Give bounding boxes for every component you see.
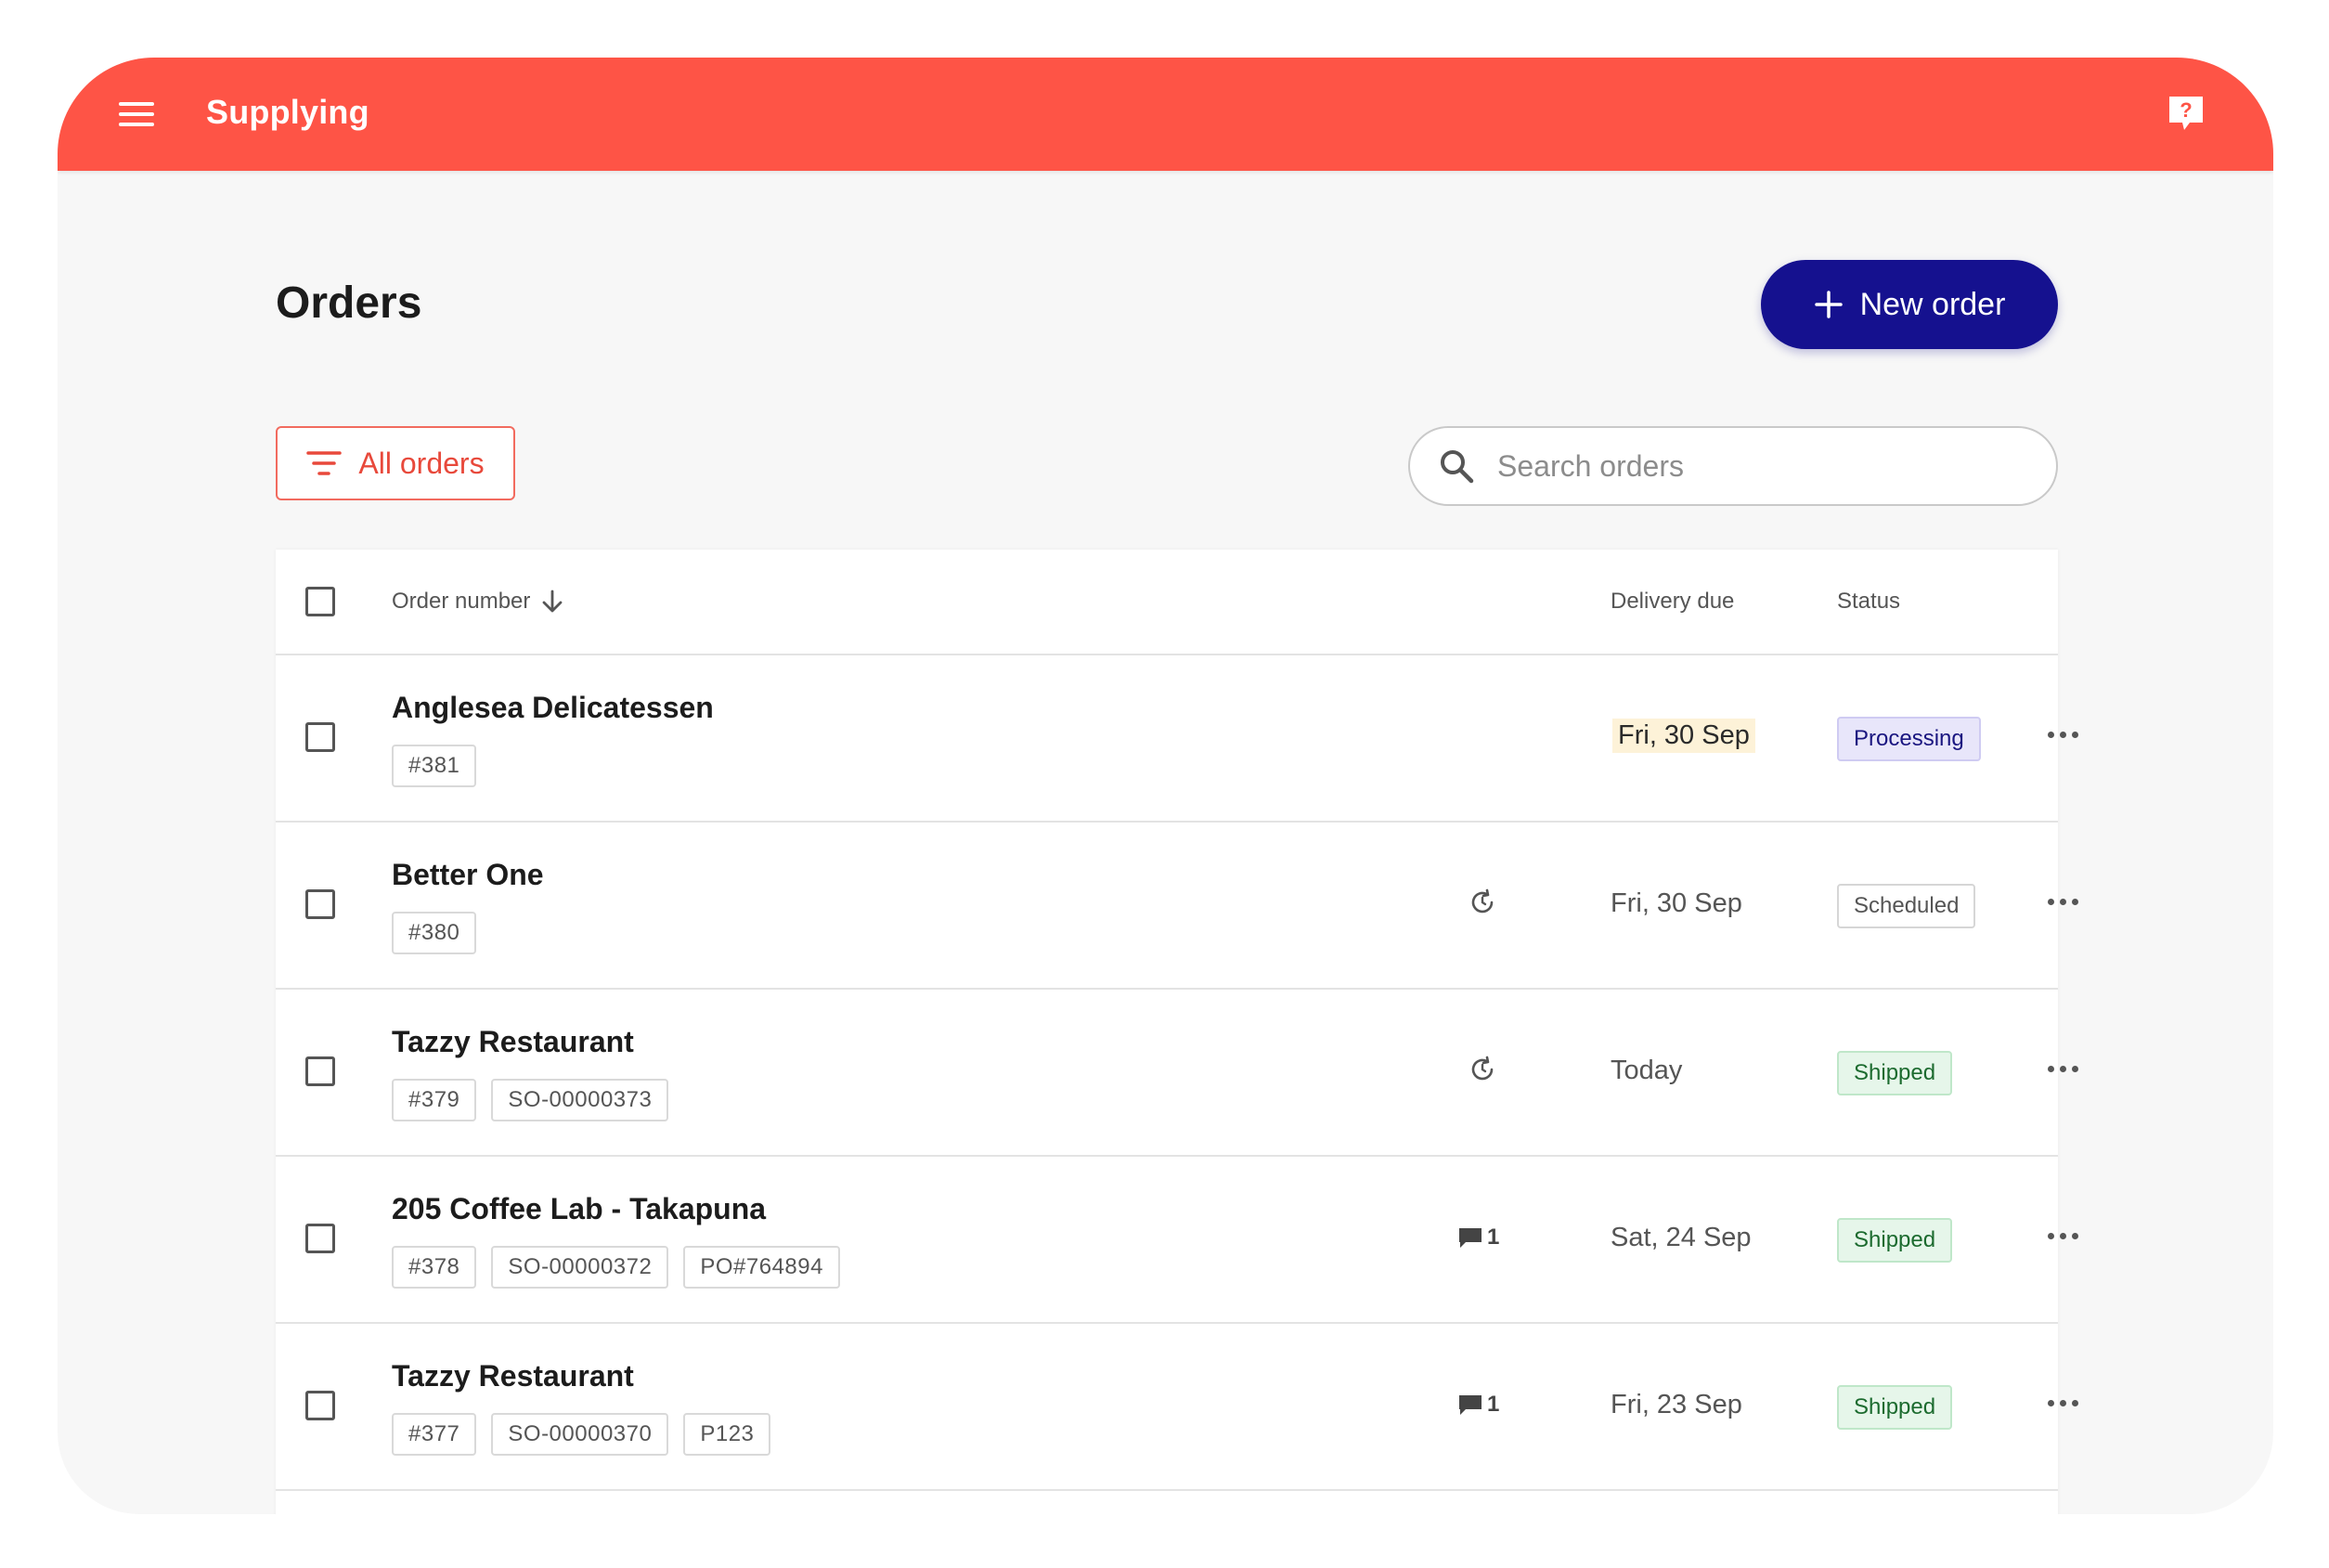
filter-lines-icon — [306, 451, 343, 475]
status-badge: Shipped — [1837, 1051, 1953, 1095]
table-row[interactable]: Tazzy Restaurant #377 SO-00000370 P123 1… — [276, 1324, 2078, 1491]
top-app-bar: Supplying ? — [58, 58, 2273, 171]
table-row[interactable]: Anglesea Delicatessen #381 Fri, 30 Sep P… — [276, 655, 2078, 823]
table-row[interactable] — [276, 1491, 2058, 1514]
recurring-icon — [1469, 888, 1496, 916]
app-window: Supplying ? Orders New order All orders — [58, 58, 2273, 1514]
search-input[interactable] — [1495, 447, 2019, 485]
select-all-checkbox[interactable] — [305, 587, 335, 616]
customer-name[interactable]: 205 Coffee Lab - Takapuna — [392, 1192, 766, 1226]
app-title: Supplying — [206, 93, 369, 131]
new-order-button[interactable]: New order — [1761, 260, 2058, 349]
customer-name[interactable]: Anglesea Delicatessen — [392, 691, 714, 725]
table-row[interactable]: Better One #380 Fri, 30 Sep Scheduled — [276, 823, 2078, 990]
row-checkbox[interactable] — [305, 1056, 335, 1086]
order-tag: #381 — [392, 745, 477, 787]
customer-name[interactable]: Tazzy Restaurant — [392, 1359, 634, 1393]
order-tag: SO-00000370 — [491, 1413, 669, 1456]
more-horizontal-icon[interactable] — [2042, 1227, 2084, 1245]
row-checkbox[interactable] — [305, 1391, 335, 1420]
plus-icon — [1814, 291, 1843, 318]
new-order-label: New order — [1859, 286, 2006, 322]
order-tag: #379 — [392, 1079, 477, 1121]
more-horizontal-icon[interactable] — [2042, 726, 2084, 744]
search-icon — [1441, 450, 1474, 484]
column-label-order-number: Order number — [392, 589, 531, 614]
svg-text:?: ? — [2180, 98, 2192, 122]
order-tags: #380 — [392, 912, 477, 954]
more-horizontal-icon[interactable] — [2042, 1060, 2084, 1078]
page-title: Orders — [276, 279, 422, 328]
help-chat-icon[interactable]: ? — [2166, 93, 2206, 134]
order-tag: #380 — [392, 912, 477, 954]
more-horizontal-icon[interactable] — [2042, 1394, 2084, 1412]
column-header-order-number[interactable]: Order number — [392, 589, 563, 615]
row-checkbox[interactable] — [305, 1224, 335, 1253]
filter-button[interactable]: All orders — [276, 426, 515, 500]
arrow-down-icon — [542, 590, 563, 613]
row-checkbox[interactable] — [305, 889, 335, 919]
hamburger-menu-icon[interactable] — [119, 96, 156, 133]
status-badge: Shipped — [1837, 1385, 1953, 1430]
delivery-due: Sat, 24 Sep — [1611, 1223, 1752, 1252]
recurring-icon — [1469, 1056, 1496, 1083]
status-badge: Shipped — [1837, 1218, 1953, 1263]
filter-label: All orders — [358, 446, 485, 480]
delivery-due: Today — [1611, 1056, 1683, 1085]
delivery-due: Fri, 23 Sep — [1611, 1390, 1742, 1419]
comment-icon — [1459, 1395, 1482, 1415]
comment-icon — [1459, 1228, 1482, 1248]
table-header: Order number Delivery due Status — [276, 550, 2058, 655]
order-tags: #378 SO-00000372 PO#764894 — [392, 1246, 840, 1289]
comment-count: 1 — [1487, 1225, 1500, 1250]
search-box — [1408, 426, 2058, 506]
orders-table: Order number Delivery due Status Anglese… — [276, 550, 2078, 1514]
delivery-due: Fri, 30 Sep — [1612, 719, 1755, 753]
comment-count: 1 — [1487, 1392, 1500, 1417]
order-tags: #381 — [392, 745, 477, 787]
comment-indicator: 1 — [1457, 1392, 1499, 1418]
order-tag: P123 — [683, 1413, 771, 1456]
more-horizontal-icon[interactable] — [2042, 893, 2084, 911]
column-header-delivery-due[interactable]: Delivery due — [1611, 589, 1734, 615]
order-tag: SO-00000372 — [491, 1246, 669, 1289]
customer-name[interactable]: Better One — [392, 858, 544, 892]
comment-indicator: 1 — [1457, 1225, 1499, 1251]
order-tag: #377 — [392, 1413, 477, 1456]
order-tags: #379 SO-00000373 — [392, 1079, 669, 1121]
order-tag: SO-00000373 — [491, 1079, 669, 1121]
table-row[interactable]: Tazzy Restaurant #379 SO-00000373 Today … — [276, 990, 2078, 1157]
status-badge: Processing — [1837, 717, 1981, 761]
column-header-status[interactable]: Status — [1837, 589, 1900, 615]
customer-name[interactable]: Tazzy Restaurant — [392, 1025, 634, 1059]
order-tag: PO#764894 — [683, 1246, 840, 1289]
status-badge: Scheduled — [1837, 884, 1976, 928]
table-row[interactable]: 205 Coffee Lab - Takapuna #378 SO-000003… — [276, 1157, 2078, 1324]
order-tag: #378 — [392, 1246, 477, 1289]
row-checkbox[interactable] — [305, 722, 335, 752]
delivery-due: Fri, 30 Sep — [1611, 888, 1742, 918]
order-tags: #377 SO-00000370 P123 — [392, 1413, 771, 1456]
